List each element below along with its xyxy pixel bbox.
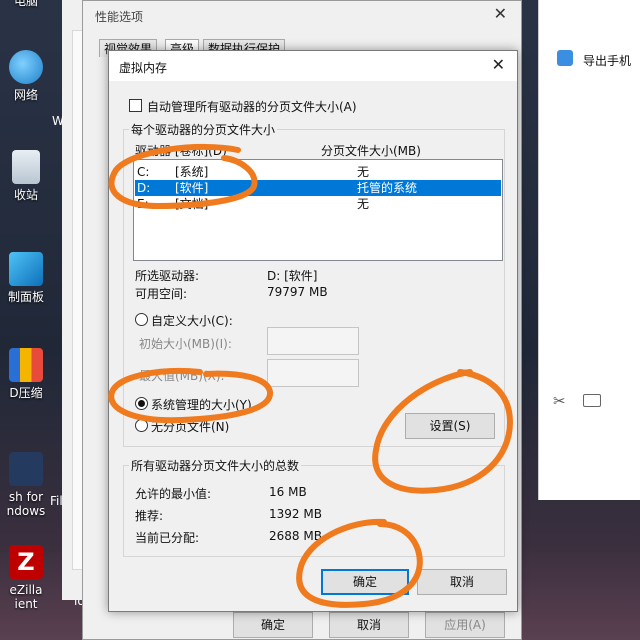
recommended-value: 1392 MB: [269, 507, 322, 521]
size-column-header: 分页文件大小(MB): [321, 144, 421, 158]
window-title: 性能选项: [95, 10, 144, 24]
system-managed-label[interactable]: 系统管理的大小(Y): [151, 396, 252, 413]
desktop-icon-compress[interactable]: D压缩: [0, 348, 52, 400]
current-label: 当前已分配:: [135, 531, 200, 545]
ok-button[interactable]: 确定: [321, 569, 409, 595]
max-size-label: 最大值(MB)(X):: [139, 369, 225, 383]
cat-icon: [9, 452, 43, 486]
desktop-icon-network[interactable]: 网络: [0, 50, 52, 102]
custom-size-label[interactable]: 自定义大小(C):: [151, 312, 233, 329]
desktop-icon-control-panel[interactable]: 制面板: [0, 252, 52, 304]
drive-column-header: 驱动器 [卷标](D): [135, 144, 227, 158]
recycle-bin-icon: [12, 150, 40, 184]
desktop-icon-label: D压缩: [9, 386, 43, 400]
no-paging-radio[interactable]: [135, 419, 148, 432]
apply-button[interactable]: 应用(A): [425, 612, 505, 638]
desktop-icon-label: 收站: [13, 188, 38, 202]
set-button[interactable]: 设置(S): [405, 413, 495, 439]
list-item[interactable]: C: [系统] 无: [135, 164, 501, 180]
current-value: 2688 MB: [269, 529, 322, 543]
filezilla-icon: Z: [9, 545, 43, 579]
auto-manage-checkbox[interactable]: [129, 99, 142, 112]
virtual-memory-dialog: 虚拟内存 ✕ 自动管理所有驱动器的分页文件大小(A) 每个驱动器的分页文件大小 …: [108, 50, 518, 612]
close-icon[interactable]: ✕: [494, 4, 507, 23]
right-app-window: 导出手机 ✂: [538, 0, 640, 500]
selected-drive-label: 所选驱动器:: [135, 269, 200, 283]
export-icon: [557, 50, 573, 66]
list-item[interactable]: E: [文档] 无: [135, 196, 501, 212]
recommended-label: 推荐:: [135, 509, 164, 523]
scissors-icon[interactable]: ✂: [553, 392, 566, 410]
desktop-icon-recycle-bin[interactable]: 收站: [0, 150, 52, 202]
network-icon: [9, 50, 43, 84]
partial-letter: W: [52, 114, 64, 128]
drive-list[interactable]: C: [系统] 无 D: [软件] 托管的系统 E: [文档] 无: [133, 159, 503, 261]
cancel-button[interactable]: 取消: [329, 612, 409, 638]
custom-size-radio[interactable]: [135, 313, 148, 326]
free-space-label: 可用空间:: [135, 287, 188, 301]
dialog-title: 虚拟内存: [119, 61, 168, 75]
desktop-icon-label: 电脑: [13, 0, 38, 8]
desktop-icon-computer[interactable]: 电脑: [0, 0, 52, 8]
totals-group-title: 所有驱动器分页文件大小的总数: [129, 457, 302, 474]
max-size-input[interactable]: [267, 359, 359, 387]
per-drive-group-title: 每个驱动器的分页文件大小: [129, 121, 278, 138]
selected-drive-value: D: [软件]: [267, 269, 318, 283]
desktop-icon-filezilla-client[interactable]: Z eZilla ient: [0, 545, 52, 611]
auto-manage-label[interactable]: 自动管理所有驱动器的分页文件大小(A): [147, 98, 357, 115]
folder-outline-icon[interactable]: [583, 394, 601, 407]
initial-size-input[interactable]: [267, 327, 359, 355]
desktop-icon-label: sh for ndows: [6, 490, 46, 518]
ok-button[interactable]: 确定: [233, 612, 313, 638]
control-panel-icon: [9, 252, 43, 286]
free-space-value: 79797 MB: [267, 285, 328, 299]
min-allowed-label: 允许的最小值:: [135, 487, 212, 501]
min-allowed-value: 16 MB: [269, 485, 307, 499]
cancel-button[interactable]: 取消: [417, 569, 507, 595]
export-phone-label[interactable]: 导出手机: [583, 52, 631, 69]
dialog-titlebar: 虚拟内存 ✕: [109, 51, 517, 81]
desktop-icon-label: 网络: [13, 88, 38, 102]
archive-icon: [9, 348, 43, 382]
no-paging-label[interactable]: 无分页文件(N): [151, 418, 229, 435]
desktop-icon-label: eZilla ient: [9, 583, 43, 611]
system-managed-radio[interactable]: [135, 397, 148, 410]
desktop-icon-label: 制面板: [7, 290, 44, 304]
desktop-icon-flash[interactable]: sh for ndows: [0, 452, 52, 518]
initial-size-label: 初始大小(MB)(I):: [139, 337, 232, 351]
list-item[interactable]: D: [软件] 托管的系统: [135, 180, 501, 196]
close-icon[interactable]: ✕: [492, 55, 505, 74]
